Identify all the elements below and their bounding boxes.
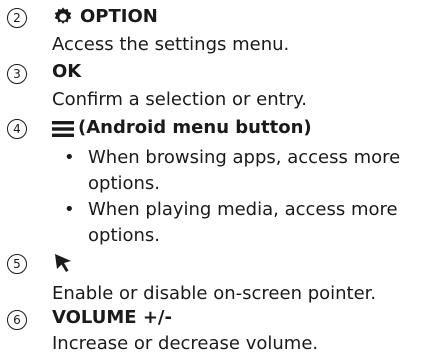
hamburger-menu-icon bbox=[52, 121, 74, 137]
item-number: 6 bbox=[7, 310, 27, 330]
item-description: Enable or disable on-screen pointer. bbox=[52, 283, 377, 304]
bullet-text: When browsing apps, access more options. bbox=[88, 147, 401, 194]
title-close-paren: ) bbox=[303, 117, 312, 138]
item-description: Increase or decrease volume. bbox=[52, 333, 319, 354]
title-open-paren: ( bbox=[78, 117, 87, 138]
item-description: Confirm a selection or entry. bbox=[52, 89, 307, 110]
title-text: Android menu button bbox=[86, 117, 304, 138]
item-title: VOLUME +/- bbox=[52, 307, 172, 328]
item-description: Access the settings menu. bbox=[52, 34, 290, 55]
bullet-text: When playing media, access more options. bbox=[88, 199, 398, 246]
gear-icon bbox=[54, 7, 72, 24]
item-title: OK bbox=[52, 61, 82, 82]
item-number: 5 bbox=[7, 254, 27, 274]
pointer-arrow-icon bbox=[55, 254, 71, 272]
item-number: 4 bbox=[7, 119, 27, 139]
item-title: (Android menu button) bbox=[78, 117, 312, 139]
bullet-dot: • bbox=[64, 199, 75, 220]
item-number: 2 bbox=[7, 8, 27, 28]
item-title: OPTION bbox=[80, 6, 158, 27]
item-number: 3 bbox=[7, 64, 27, 84]
bullet-dot: • bbox=[64, 147, 75, 168]
